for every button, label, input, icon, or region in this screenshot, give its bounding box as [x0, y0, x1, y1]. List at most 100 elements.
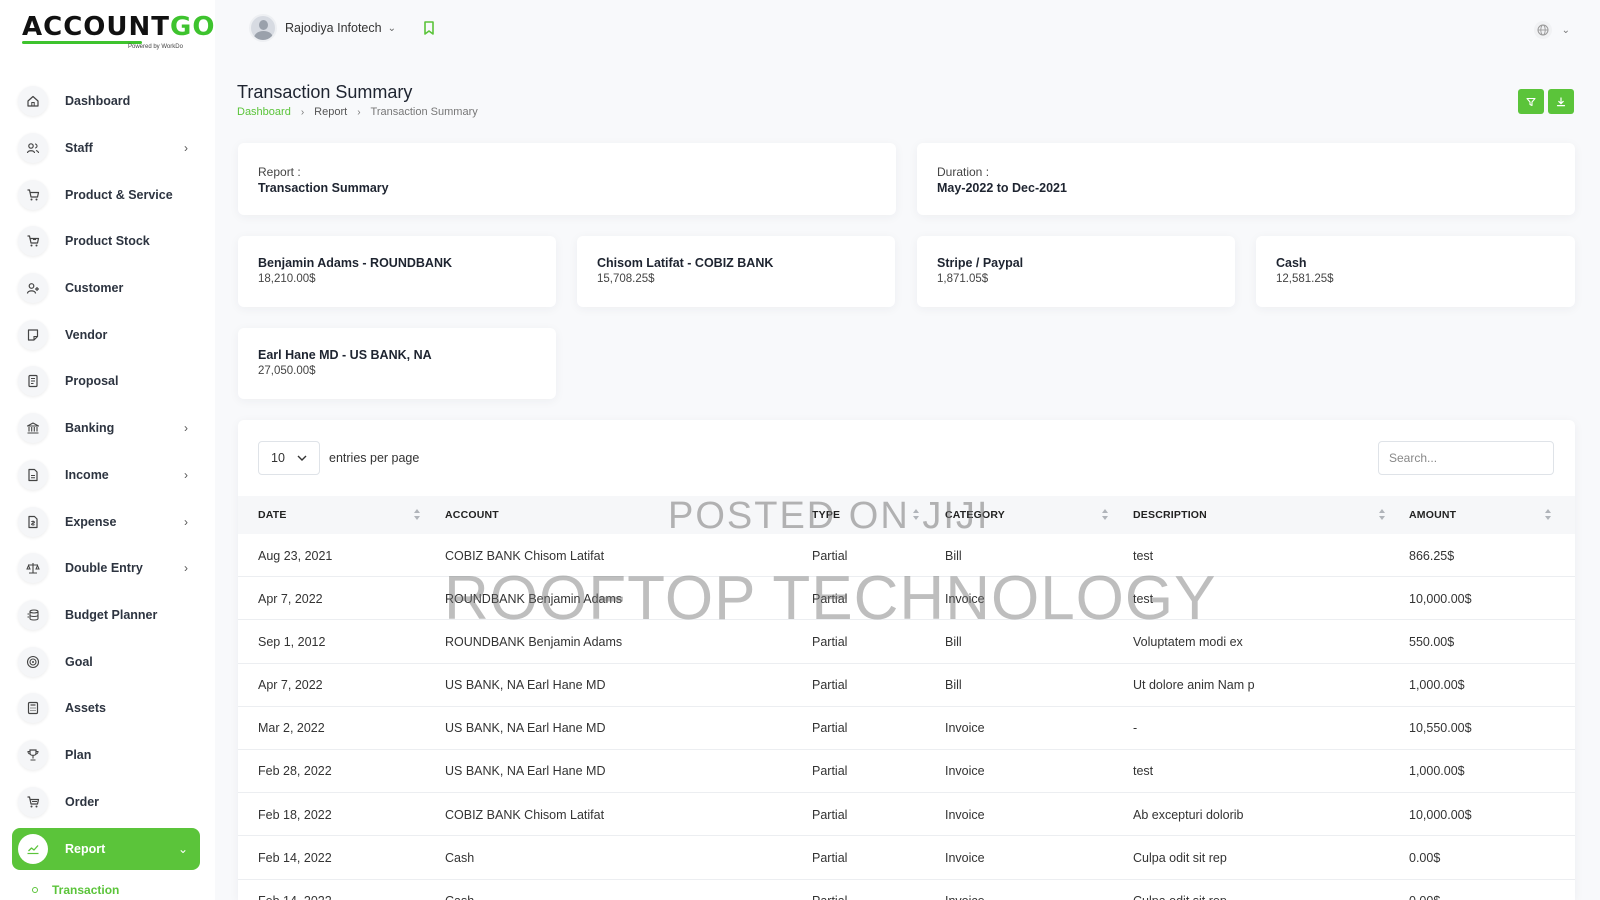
sidebar-item-report[interactable]: Report ⌄	[12, 828, 200, 870]
user-plus-icon	[18, 273, 48, 304]
cell-category: Invoice	[945, 721, 985, 736]
chevron-down-icon: ⌄	[177, 842, 188, 856]
column-header-description[interactable]: DESCRIPTION	[1133, 496, 1207, 534]
sidebar-item-assets[interactable]: Assets	[12, 685, 200, 732]
duration-key: Duration :	[937, 165, 990, 179]
cell-description: -	[1133, 721, 1138, 736]
sidebar-item-product-stock[interactable]: Product Stock	[12, 218, 200, 265]
sidebar-item-order[interactable]: Order	[12, 778, 200, 825]
page-actions	[1518, 89, 1574, 114]
sidebar-item-income[interactable]: Income ›	[12, 452, 200, 499]
cell-description: test	[1133, 548, 1154, 563]
sidebar-item-expense[interactable]: Expense ›	[12, 498, 200, 545]
account-amount: 18,210.00$	[258, 273, 316, 285]
sidebar-item-double-entry[interactable]: Double Entry ›	[12, 545, 200, 592]
sidebar-item-label: Plan	[65, 747, 92, 762]
sort-icon[interactable]	[912, 509, 920, 521]
breadcrumb-report[interactable]: Report	[314, 106, 347, 118]
sidebar-item-customer[interactable]: Customer	[12, 265, 200, 312]
cell-date: Feb 14, 2022	[258, 850, 332, 865]
download-button[interactable]	[1548, 89, 1574, 114]
sidebar-item-dashboard[interactable]: Dashboard	[12, 78, 200, 125]
sidebar-item-goal[interactable]: Goal	[12, 638, 200, 685]
sidebar-item-banking[interactable]: Banking ›	[12, 405, 200, 452]
cart-order-icon	[18, 786, 48, 817]
chevron-right-icon: ›	[184, 467, 188, 482]
entries-per-page-select[interactable]: 10	[258, 441, 320, 475]
logo-accent-text: GO	[170, 12, 216, 42]
cell-type: Partial	[812, 807, 848, 822]
sidebar-item-staff[interactable]: Staff ›	[12, 125, 200, 172]
sidebar-item-vendor[interactable]: Vendor	[12, 311, 200, 358]
breadcrumb-dashboard[interactable]: Dashboard	[237, 106, 291, 118]
entries-label: entries per page	[329, 451, 420, 465]
entries-control: 10 entries per page	[258, 441, 419, 475]
sort-icon[interactable]	[1378, 509, 1386, 521]
sidebar-subitem-transaction[interactable]: Transaction	[32, 883, 119, 897]
sidebar-item-label: Double Entry	[65, 561, 143, 576]
note-icon	[18, 319, 48, 350]
cell-account: COBIZ BANK Chisom Latifat	[445, 548, 605, 563]
column-header-account[interactable]: ACCOUNT	[445, 496, 499, 534]
column-header-date[interactable]: DATE	[258, 496, 287, 534]
account-name: Benjamin Adams - ROUNDBANK	[258, 256, 453, 270]
app-logo[interactable]: ACCOUNTGO Powered by WorkDo	[22, 12, 214, 50]
sort-icon[interactable]	[1544, 509, 1552, 521]
table-body: Aug 23, 2021 COBIZ BANK Chisom Latifat Par…	[238, 534, 1575, 900]
duration-value: May-2022 to Dec-2021	[937, 181, 1067, 195]
bookmark-icon[interactable]	[422, 20, 436, 36]
table-row: Feb 14, 2022 Cash Partial Invoice Culpa odit…	[238, 836, 1575, 880]
scale-icon	[18, 553, 48, 584]
cell-type: Partial	[812, 764, 848, 779]
cell-category: Invoice	[945, 880, 985, 900]
sidebar-item-label: Goal	[65, 654, 93, 669]
cell-type: Partial	[812, 850, 848, 865]
sidebar-item-label: Banking	[65, 421, 115, 436]
filter-button[interactable]	[1518, 89, 1544, 114]
search-input[interactable]	[1378, 441, 1554, 475]
column-header-category[interactable]: CATEGORY	[945, 496, 1005, 534]
cell-category: Bill	[945, 548, 962, 563]
cell-amount: 866.25$	[1409, 548, 1455, 563]
chevron-right-icon: ›	[184, 141, 188, 156]
cell-amount: 10,550.00$	[1409, 721, 1472, 736]
user-menu[interactable]: Rajodiya Infotech ⌄	[249, 14, 396, 42]
cell-account: US BANK, NA Earl Hane MD	[445, 721, 606, 736]
cell-account: COBIZ BANK Chisom Latifat	[445, 807, 605, 822]
sort-icon[interactable]	[413, 509, 421, 521]
account-name: Chisom Latifat - COBIZ BANK	[597, 256, 774, 270]
sidebar-item-budget-planner[interactable]: Budget Planner	[12, 592, 200, 639]
sidebar-item-label: Assets	[65, 701, 106, 716]
account-amount: 12,581.25$	[1276, 273, 1334, 285]
page-title: Transaction Summary	[237, 82, 413, 102]
user-name: Rajodiya Infotech	[285, 21, 382, 35]
cell-date: Apr 7, 2022	[258, 591, 323, 606]
target-icon	[18, 646, 48, 677]
cell-date: Apr 7, 2022	[258, 678, 323, 693]
sort-icon[interactable]	[1101, 509, 1109, 521]
sidebar-item-label: Vendor	[65, 327, 108, 342]
cell-description: Ab excepturi dolorib	[1133, 807, 1244, 822]
download-icon	[1556, 96, 1566, 106]
cell-amount: 0.00$	[1409, 880, 1440, 900]
chevron-down-icon	[297, 455, 307, 461]
chevron-right-icon: ›	[184, 561, 188, 576]
column-header-type[interactable]: TYPE	[812, 496, 840, 534]
cell-date: Sep 1, 2012	[258, 634, 326, 649]
sidebar-item-label: Proposal	[65, 374, 119, 389]
breadcrumb-current: Transaction Summary	[370, 106, 478, 118]
account-card: Stripe / Paypal 1,871.05$	[917, 236, 1235, 307]
sidebar-item-label: Staff	[65, 141, 93, 156]
cell-description: Culpa odit sit rep	[1133, 850, 1227, 865]
sidebar-item-proposal[interactable]: Proposal	[12, 358, 200, 405]
cell-amount: 550.00$	[1409, 634, 1455, 649]
sidebar-item-plan[interactable]: Plan	[12, 732, 200, 779]
cell-date: Feb 28, 2022	[258, 764, 332, 779]
account-amount: 27,050.00$	[258, 365, 316, 377]
sidebar-item-label: Order	[65, 794, 100, 809]
column-header-amount[interactable]: AMOUNT	[1409, 496, 1456, 534]
language-selector[interactable]: ⌄	[1534, 18, 1570, 42]
cell-type: Partial	[812, 591, 848, 606]
sidebar-item-product-and-service[interactable]: Product & Service	[12, 171, 200, 218]
cart-icon	[18, 179, 48, 210]
